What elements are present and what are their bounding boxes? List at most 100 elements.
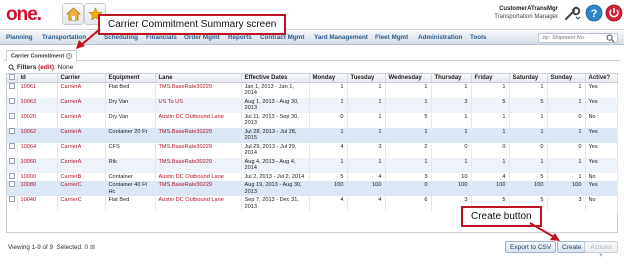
row-checkbox[interactable] xyxy=(7,181,18,196)
cell-monday: 1 xyxy=(309,82,348,98)
cell-friday: 1 xyxy=(471,112,510,128)
row-checkbox[interactable] xyxy=(7,172,18,181)
cell-wednesday: 1 xyxy=(385,157,432,173)
table-row[interactable]: 10062 CarrierA Container 20 Ft TMS.BaseRate… xyxy=(7,127,618,143)
clear-selection-icon[interactable]: ⊠ xyxy=(90,244,95,251)
app-logo[interactable]: one. xyxy=(6,4,42,26)
column-header-friday[interactable]: Friday xyxy=(471,74,510,83)
tools-menu-button[interactable] xyxy=(563,4,581,26)
cell-id[interactable]: 10040 xyxy=(17,196,58,211)
cell-lane[interactable]: TMS.BaseRate30229 xyxy=(155,157,242,173)
table-row[interactable]: 10064 CarrierA CFS TMS.BaseRate30229 Jul 29,… xyxy=(7,142,618,158)
cell-wednesday: 1 xyxy=(385,97,432,113)
cell-tuesday: 4 xyxy=(347,172,386,181)
cell-id[interactable]: 10080 xyxy=(17,181,58,196)
cell-carrier[interactable]: CarrierA xyxy=(57,157,106,173)
row-checkbox[interactable] xyxy=(7,97,18,113)
nav-contract-mgmt[interactable]: Contract Mgmt xyxy=(260,34,304,41)
cell-monday: 1 xyxy=(309,97,348,113)
row-checkbox[interactable] xyxy=(7,142,18,158)
cell-active: No xyxy=(585,172,618,181)
nav-tools[interactable]: Tools xyxy=(470,34,486,41)
column-header-active[interactable]: Active? xyxy=(585,74,618,83)
cell-thursday: 0 xyxy=(431,142,472,158)
cell-carrier[interactable]: CarrierC xyxy=(57,181,106,196)
table-row[interactable]: 10000 CarrierB Container Austin DC Outbound… xyxy=(7,172,618,181)
cell-id[interactable]: 10061 xyxy=(17,82,58,98)
column-header-id[interactable]: Id xyxy=(17,74,58,83)
cell-friday: 1 xyxy=(471,127,510,143)
home-button[interactable] xyxy=(62,3,84,25)
cell-monday: 1 xyxy=(309,157,348,173)
search-icon[interactable] xyxy=(606,34,615,43)
close-tab-icon[interactable]: × xyxy=(66,53,73,59)
cell-carrier[interactable]: CarrierA xyxy=(57,82,106,98)
cell-active: Yes xyxy=(585,157,618,173)
cell-lane[interactable]: TMS.BaseRate30229 xyxy=(155,181,242,196)
column-header-tuesday[interactable]: Tuesday xyxy=(347,74,386,83)
search-input[interactable] xyxy=(539,34,605,42)
cell-carrier[interactable]: CarrierA xyxy=(57,97,106,113)
nav-financials[interactable]: Financials xyxy=(146,34,177,41)
cell-wednesday: 1 xyxy=(385,82,432,98)
nav-planning[interactable]: Planning xyxy=(6,34,33,41)
screen-title-arrow xyxy=(76,28,101,49)
filters-bar: Filters (edit): None xyxy=(8,64,73,71)
column-header-wednesday[interactable]: Wednesday xyxy=(385,74,432,83)
table-row[interactable]: 10080 CarrierC Container 40 Ft Hc TMS.BaseR… xyxy=(7,181,618,196)
cell-effective-dates: Jul 29, 2013 - Jul 29, 2014 xyxy=(241,142,310,158)
column-header-sunday[interactable]: Sunday xyxy=(547,74,586,83)
cell-saturday: 1 xyxy=(509,82,548,98)
cell-lane[interactable]: Austin DC Outbound Lane xyxy=(155,196,242,211)
cell-lane[interactable]: TMS.BaseRate30229 xyxy=(155,127,242,143)
cell-sunday: 1 xyxy=(547,97,586,113)
cell-tuesday: 1 xyxy=(347,157,386,173)
cell-id[interactable]: 10063 xyxy=(17,97,58,113)
cell-id[interactable]: 10060 xyxy=(17,157,58,173)
cell-carrier[interactable]: CarrierA xyxy=(57,127,106,143)
cell-lane[interactable]: Austin DC Outbound Lane xyxy=(155,172,242,181)
help-button[interactable]: ? xyxy=(585,4,603,24)
cell-id[interactable]: 10020 xyxy=(17,112,58,128)
cell-lane[interactable]: TMS.BaseRate30229 xyxy=(155,142,242,158)
column-header-monday[interactable]: Monday xyxy=(309,74,348,83)
cell-active: No xyxy=(585,112,618,128)
row-checkbox[interactable] xyxy=(7,112,18,128)
table-row[interactable]: 10063 CarrierA Dry Van US To US Aug 1, 2013 … xyxy=(7,97,618,113)
cell-lane[interactable]: TMS.BaseRate30229 xyxy=(155,82,242,98)
pagination-status: Viewing 1-9 of 9 Selected: 0 ⊠ xyxy=(8,244,95,251)
tab-carrier-commitment[interactable]: Carrier Commitment × xyxy=(6,50,78,61)
actions-button[interactable]: Actions ▾ xyxy=(584,241,618,259)
cell-tuesday: 100 xyxy=(347,181,386,196)
row-checkbox[interactable] xyxy=(7,157,18,173)
cell-id[interactable]: 10062 xyxy=(17,127,58,143)
select-all-checkbox[interactable] xyxy=(7,74,18,83)
column-header-saturday[interactable]: Saturday xyxy=(509,74,548,83)
cell-carrier[interactable]: CarrierA xyxy=(57,112,106,128)
column-header-effective-dates[interactable]: Effective Dates xyxy=(241,74,310,83)
nav-yard-management[interactable]: Yard Management xyxy=(314,34,368,41)
column-header-lane[interactable]: Lane xyxy=(155,74,242,83)
nav-fleet-mgmt[interactable]: Fleet Mgmt xyxy=(375,34,408,41)
nav-order-mgmt[interactable]: Order Mgmt xyxy=(184,34,220,41)
table-row[interactable]: 10061 CarrierA Flat Bed TMS.BaseRate30229 Ja… xyxy=(7,82,618,98)
cell-id[interactable]: 10000 xyxy=(17,172,58,181)
nav-reports[interactable]: Reports xyxy=(228,34,252,41)
column-header-equipment[interactable]: Equipment xyxy=(105,74,156,83)
logout-button[interactable] xyxy=(605,4,623,24)
column-header-carrier[interactable]: Carrier xyxy=(57,74,106,83)
cell-lane[interactable]: Austin DC Outbound Lane xyxy=(155,112,242,128)
cell-id[interactable]: 10064 xyxy=(17,142,58,158)
filters-edit-link[interactable]: (edit) xyxy=(38,64,54,71)
column-header-thursday[interactable]: Thursday xyxy=(431,74,472,83)
cell-carrier[interactable]: CarrierC xyxy=(57,196,106,211)
row-checkbox[interactable] xyxy=(7,127,18,143)
cell-carrier[interactable]: CarrierA xyxy=(57,142,106,158)
table-row[interactable]: 10020 CarrierA Dry Van Austin DC Outbound L… xyxy=(7,112,618,128)
cell-carrier[interactable]: CarrierB xyxy=(57,172,106,181)
table-row[interactable]: 10060 CarrierA Rtk TMS.BaseRate30229 Aug 4, … xyxy=(7,157,618,173)
row-checkbox[interactable] xyxy=(7,82,18,98)
nav-administration[interactable]: Administration xyxy=(418,34,462,41)
cell-lane[interactable]: US To US xyxy=(155,97,242,113)
row-checkbox[interactable] xyxy=(7,196,18,211)
